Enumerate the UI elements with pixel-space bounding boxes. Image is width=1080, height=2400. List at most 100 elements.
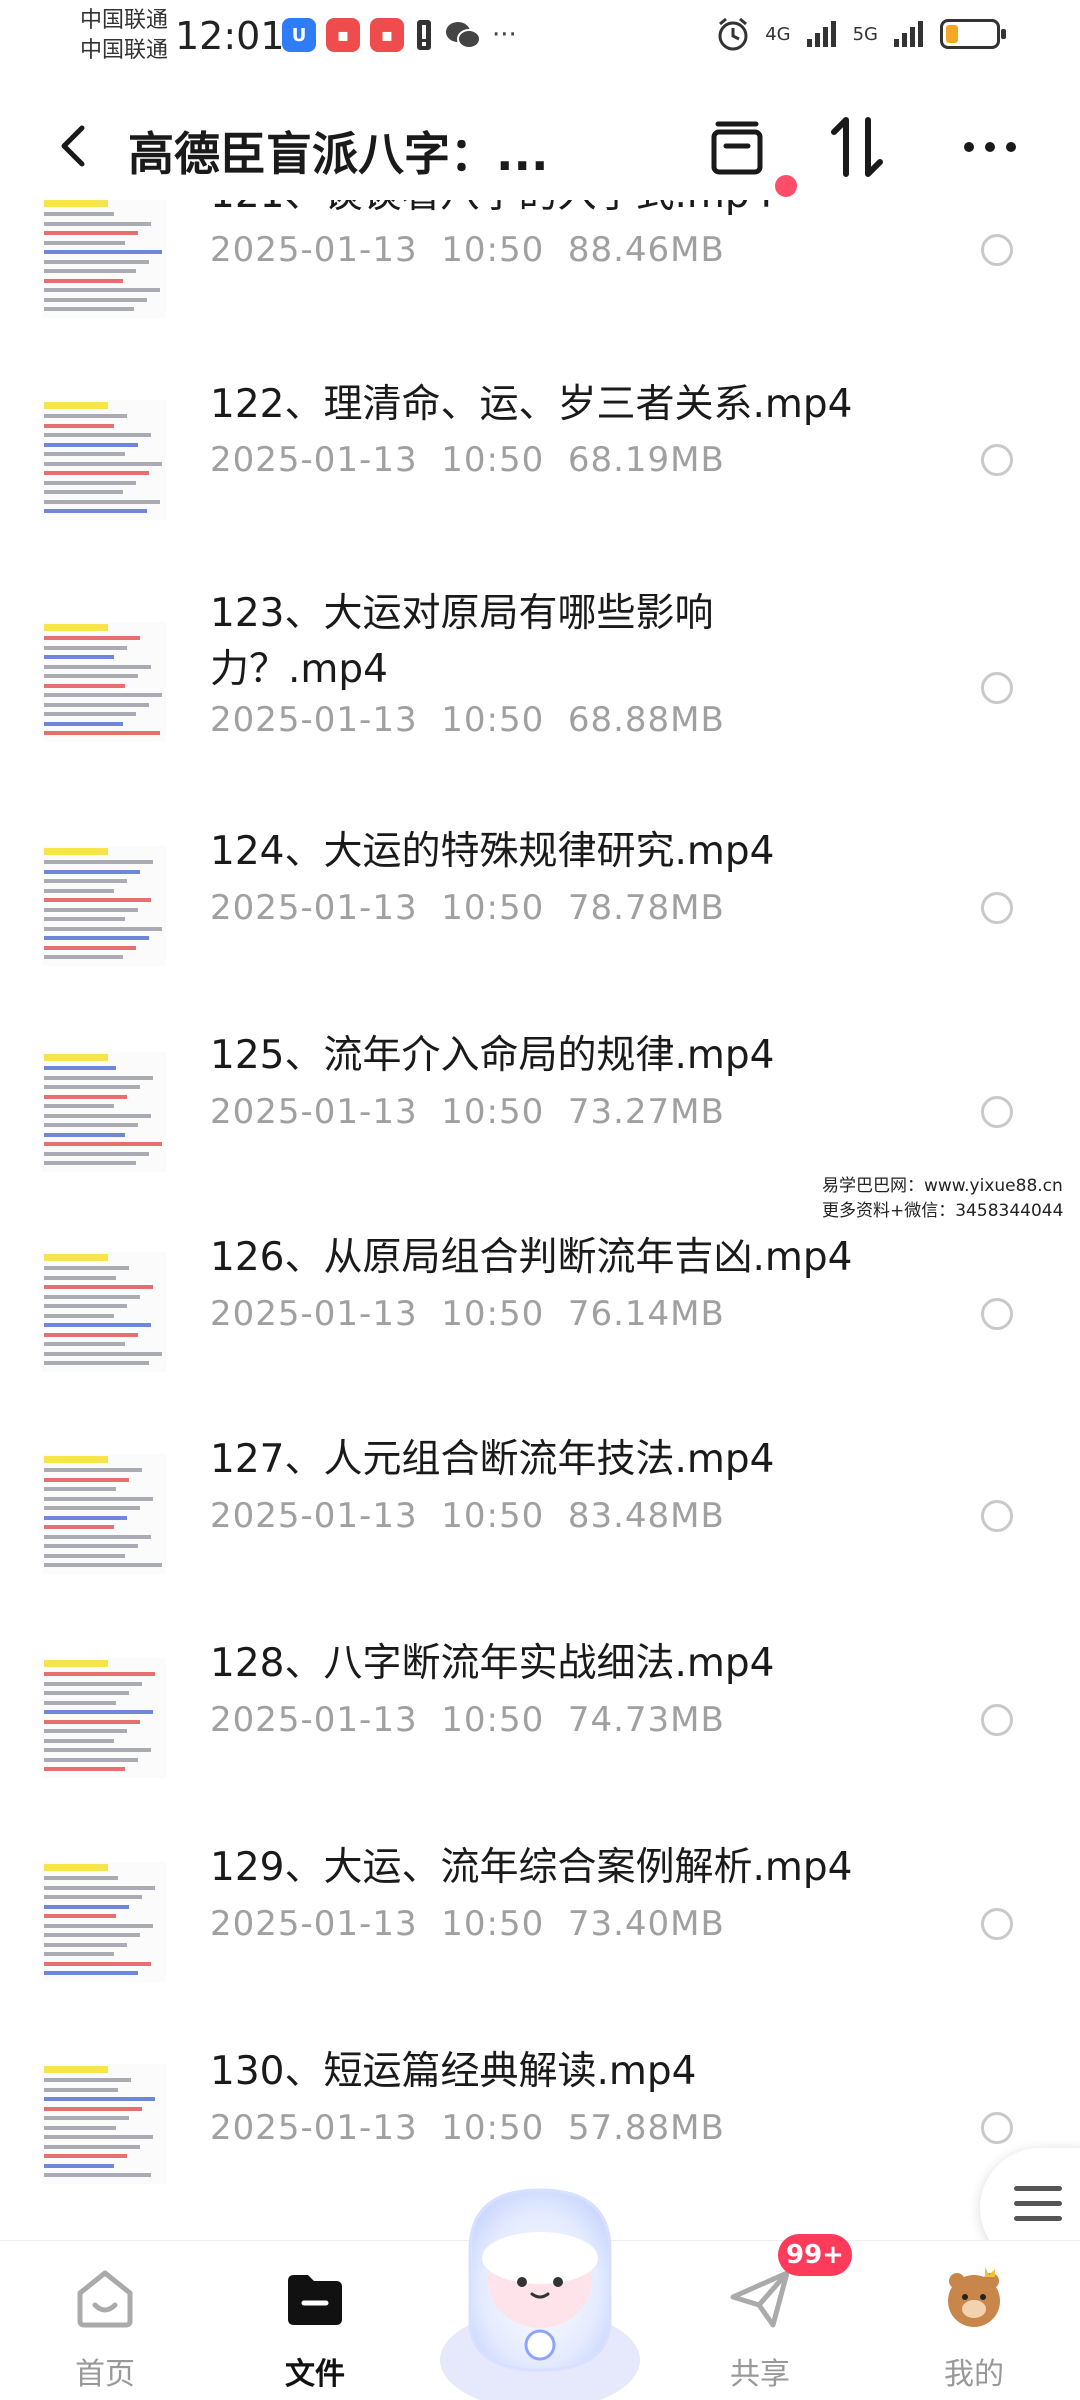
select-radio[interactable] (981, 1704, 1013, 1736)
thumbnail-text-line (44, 442, 138, 447)
thumbnail-text-line (44, 2106, 142, 2111)
nav-home[interactable]: 首页 (25, 2241, 185, 2400)
thumbnail-text-line (44, 869, 140, 874)
file-meta: 2025-01-13 10:50 73.27MB (210, 1092, 725, 1132)
file-row[interactable]: 122、理清命、运、岁三者关系.mp4 2025-01-13 10:50 68.… (0, 380, 1080, 584)
nav-mine[interactable]: 我的 (894, 2241, 1054, 2400)
sort-icon[interactable] (822, 112, 892, 182)
signal-icon (894, 21, 923, 47)
app-notification-icon: ▪ (326, 18, 360, 52)
select-radio[interactable] (981, 672, 1013, 704)
thumbnail-text-line (44, 1266, 129, 1270)
thumbnail-text-line (44, 1563, 162, 1567)
app-notification-icon: ▪ (370, 18, 404, 52)
avatar-icon (948, 2267, 1000, 2327)
select-radio[interactable] (981, 1096, 1013, 1128)
file-name: 127、人元组合断流年技法.mp4 (210, 1437, 775, 1482)
thumbnail-text-line (44, 1351, 162, 1356)
file-row[interactable]: 126、从原局组合判断流年吉凶.mp4 2025-01-13 10:50 76.… (0, 1228, 1080, 1432)
nav-files[interactable]: 文件 (235, 2241, 395, 2400)
thumbnail-highlight (44, 848, 108, 855)
thumbnail-text-line (44, 1294, 140, 1299)
thumbnail-text-line (44, 1332, 138, 1337)
thumbnail-text-line (44, 2116, 129, 2120)
multi-select-icon[interactable] (702, 112, 772, 182)
thumbnail-highlight (44, 624, 108, 631)
select-radio[interactable] (981, 2112, 1013, 2144)
select-radio[interactable] (981, 234, 1013, 266)
battery-icon (940, 19, 1006, 49)
thumbnail-text-line (44, 888, 114, 893)
thumbnail-text-line (44, 461, 162, 466)
thumbnail-text-line (44, 1113, 151, 1118)
system-icons: 4G 5G (715, 16, 1006, 52)
file-meta: 2025-01-13 10:50 74.73MB (210, 1700, 725, 1740)
thumbnail-text-line (44, 860, 153, 864)
thumbnail-text-line (44, 414, 127, 418)
thumbnail-text-line (44, 1075, 153, 1080)
top-app-bar: 高德臣盲派八字：... (0, 90, 1080, 200)
file-row[interactable]: 124、大运的特殊规律研究.mp4 2025-01-13 10:50 78.78… (0, 824, 1080, 1028)
file-row[interactable]: 128、八字断流年实战细法.mp4 2025-01-13 10:50 74.73… (0, 1636, 1080, 1840)
thumbnail-text-line (44, 702, 149, 707)
share-badge: 99+ (778, 2234, 852, 2276)
thumbnail-text-line (44, 645, 127, 650)
thumbnail-highlight (44, 1456, 108, 1463)
thumbnail-text-line (44, 1515, 127, 1520)
thumbnail-text-line (44, 1553, 125, 1558)
thumbnail-text-line (44, 2078, 131, 2082)
thumbnail-highlight (44, 2066, 108, 2073)
thumbnail-text-line (44, 655, 114, 659)
thumbnail-text-line (44, 452, 125, 456)
nav-share-label: 共享 (730, 2357, 790, 2392)
watermark-line-2: 更多资料+微信：3458344044 (822, 1201, 1064, 1221)
file-name: 125、流年介入命局的规律.mp4 (210, 1033, 775, 1078)
document-thumbnail (42, 2064, 166, 2184)
document-thumbnail (42, 1454, 166, 1574)
select-radio[interactable] (981, 892, 1013, 924)
menu-icon (1014, 2186, 1062, 2231)
folder-icon (288, 2275, 342, 2325)
thumbnail-text-line (44, 269, 136, 273)
thumbnail-highlight (44, 1054, 108, 1061)
file-meta: 2025-01-13 10:50 68.88MB (210, 700, 725, 740)
file-row[interactable]: 123、大运对原局有哪些影响力？.mp4 2025-01-13 10:50 68… (0, 591, 1080, 814)
select-radio[interactable] (981, 1500, 1013, 1532)
thumbnail-text-line (44, 1681, 142, 1686)
file-row[interactable]: 127、人元组合断流年技法.mp4 2025-01-13 10:50 83.48… (0, 1432, 1080, 1636)
thumbnail-text-line (44, 278, 123, 283)
file-meta: 2025-01-13 10:50 68.19MB (210, 440, 725, 480)
battery-level (946, 25, 958, 43)
carrier-2: 中国联通 (80, 38, 169, 63)
document-thumbnail (42, 1252, 166, 1372)
file-meta: 2025-01-13 10:50 76.14MB (210, 1294, 725, 1334)
more-icon[interactable] (955, 112, 1025, 182)
thumbnail-text-line (44, 1477, 129, 1482)
thumbnail-text-line (44, 1094, 127, 1099)
file-row[interactable]: 129、大运、流年综合案例解析.mp4 2025-01-13 10:50 73.… (0, 1840, 1080, 2044)
thumbnail-text-line (44, 1738, 114, 1743)
thumbnail-text-line (44, 693, 162, 697)
file-name: 123、大运对原局有哪些影响力？.mp4 (210, 591, 714, 692)
thumbnail-text-line (44, 471, 149, 475)
back-icon[interactable] (50, 118, 100, 174)
thumbnail-text-line (44, 1496, 153, 1501)
thumbnail-text-line (44, 231, 138, 235)
document-thumbnail (42, 846, 166, 966)
assistant-mascot-icon[interactable] (430, 2170, 650, 2400)
file-row[interactable]: 121、谈谈看八字的入手式.mp4 2025-01-13 10:50 88.46… (0, 200, 1080, 376)
file-meta: 2025-01-13 10:50 78.78MB (210, 888, 725, 928)
file-meta: 2025-01-13 10:50 73.40MB (210, 1904, 725, 1944)
select-radio[interactable] (981, 444, 1013, 476)
thumbnail-text-line (44, 1942, 127, 1947)
thumbnail-text-line (44, 1710, 153, 1714)
select-radio[interactable] (981, 1298, 1013, 1330)
thumbnail-text-line (44, 731, 160, 735)
file-name: 122、理清命、运、岁三者关系.mp4 (210, 382, 853, 427)
thumbnail-text-line (44, 1971, 138, 1975)
thumbnail-text-line (44, 1525, 114, 1529)
thumbnail-highlight (44, 1864, 108, 1871)
carrier-info: 中国联通 中国联通 (80, 6, 168, 66)
nav-home-label: 首页 (75, 2357, 135, 2392)
select-radio[interactable] (981, 1908, 1013, 1940)
